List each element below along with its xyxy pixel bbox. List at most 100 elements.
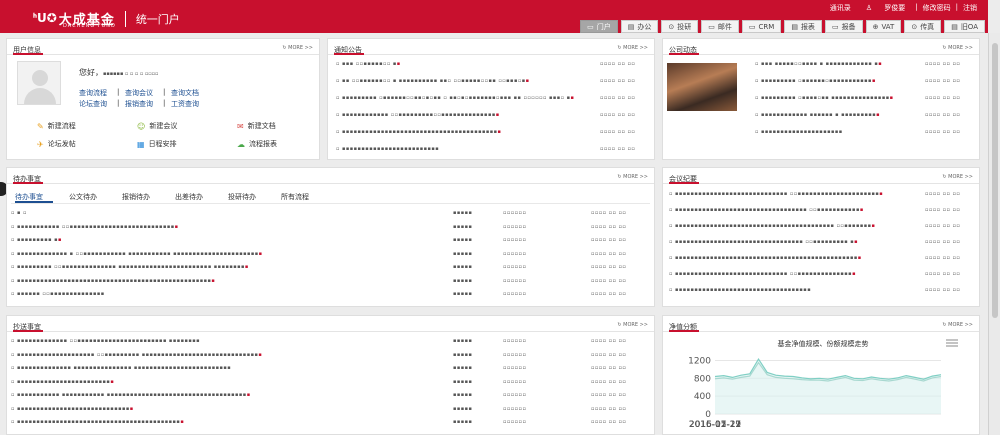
todo-subtab[interactable]: 出差待办 bbox=[175, 192, 203, 202]
new-mark: ▪ bbox=[871, 78, 876, 84]
item-title[interactable]: ▫ ▪▪▪▪▪▪▪▪▪ ▫▪▪▪▪▪▪▫▪▪▪▪▪▪▪▪▪▪▪▪ bbox=[755, 78, 876, 84]
todo-subtab[interactable]: 投研待办 bbox=[228, 192, 256, 202]
more-link[interactable]: ↻ MORE >> bbox=[942, 174, 973, 180]
item-title[interactable]: ▫ ▪▪▪▪▪▪▪▪▪▪▪▪▪▪▪▪▪▪▪▪▪▪▪▪▪▪▪▪▪▪▪▪▪▪ ▫▫▪… bbox=[669, 207, 864, 213]
avatar-body bbox=[24, 88, 56, 104]
logo: ᑋᑌ✪ 大成基金 DACHENG FUND 统一门户 bbox=[33, 9, 180, 29]
item-text: ▫ ▪▪▪▪▪▪▪▪▪▪▪▪▪▪▪▪▪▪▪▪▪▪▪▪▪▪▪▪▪▪▪▪▪▪▪▪▪▪… bbox=[336, 129, 498, 135]
user-info-panel: 用户信息 ↻ MORE >> 您好，▪▪▪▪▪▪ ▫ ▫ ▫ ▫ ▫▫▫▫ 查询… bbox=[6, 38, 320, 160]
query-process-link[interactable]: 查询流程 bbox=[79, 88, 107, 98]
item-title[interactable]: ▫ ▪▪▪▪▪▪▪▪▪ ▪▪ bbox=[11, 237, 62, 243]
schedule-button[interactable]: ▦ 日程安排 bbox=[137, 139, 177, 149]
item-title[interactable]: ▫ ▪▪ ▫▫▪▪▪▪▪▪▫▫ ▪ ▪▪▪▪▪▪▪▪▪▪ ▪▪▫ ▫▫▪▪▪▪▪… bbox=[336, 78, 530, 84]
new-mark: ▪ bbox=[857, 255, 862, 261]
item-title[interactable]: ▫ ▪▪▪▪▪▪▪▪▪▪▪▪▪▪▪▪▪▪▪▪▪▪▪▪▪▪▪▪▪▪▪▪▪▪▪ bbox=[669, 287, 811, 293]
more-link[interactable]: ↻ MORE >> bbox=[617, 45, 648, 51]
more-link[interactable]: ↻ MORE >> bbox=[942, 45, 973, 51]
item-title[interactable]: ▫ ▪▪▪▪▪▪▪▪▪ ▫▪▪▪▪▫▪▪ ▪▪▪▪▪▪▪▪▪▪▪▪▪▪▪▪ bbox=[755, 95, 894, 101]
new-doc-button[interactable]: ✉ 新建文档 bbox=[237, 121, 276, 131]
nav-tab[interactable]: ⊕ VAT bbox=[865, 20, 902, 33]
item-title[interactable]: ▫ ▪▪▪▪▪▪▪▪▪▪▪▪▪▪▪▪▪▪▪▪▪▪▪▪▪▪▪▪▪▪▪▪▪▪▪▪▪▪… bbox=[669, 223, 875, 229]
more-link[interactable]: ↻ MORE >> bbox=[617, 322, 648, 328]
logout-link[interactable]: 注销 bbox=[958, 3, 982, 13]
nav-tab[interactable]: ▭ 报备 bbox=[824, 20, 863, 33]
todo-subtab[interactable]: 所有流程 bbox=[281, 192, 309, 202]
item-title[interactable]: ▫ ▪▪▪▪▪▪▪▪▪▪▪▪▪▪▪▪▪▪▪▪▪▪▪▪▪▪▪▪▪▪▪▪▪▪▪▪▪▪… bbox=[11, 278, 215, 284]
new-mark: ▪ bbox=[244, 264, 249, 270]
item-title[interactable]: ▫ ▪▪▪▪▪▪▪▪▪ ▫▪▪▪▪▪▪▫▫▪▪▫▪▫▪▪ ▫ ▪▪▫▪▫▪▪▪▪… bbox=[336, 95, 574, 101]
nav-tab[interactable]: ⊙ 投研 bbox=[661, 20, 699, 33]
new-mark: ▪ bbox=[258, 351, 263, 358]
item-node: ▫▫▫▫▫▫ bbox=[503, 419, 527, 425]
item-title[interactable]: ▫ ▪▪▪▪▪▪▪▪▪▪▪▪▪▪▪▪▪▪▪▪ ▫▫▪▪▪▪▪▪▪▪▪ ▪▪▪▪▪… bbox=[11, 352, 262, 358]
action-label: 论坛发帖 bbox=[47, 140, 76, 148]
nav-tab[interactable]: ▭ 邮件 bbox=[701, 20, 739, 33]
item-title[interactable]: ▫ ▪▪▪ ▫▫▪▪▪▪▪▫▫ ▪▪ bbox=[336, 61, 401, 67]
item-title[interactable]: ▫ ▪▪▪▪▪▪▪▪▪▪▪▪▪▪▪▪▪▪▪▪▪▪▪▪▪▪▪▪▪▪▪▪▪▪▪▪▪▪… bbox=[669, 255, 862, 261]
item-title[interactable]: ▫ ▪▪▪▪▪▪ ▫▫▪▪▪▪▪▪▪▪▪▪▪▪▪▪ bbox=[11, 291, 105, 297]
item-text: ▫ ▪▪▪▪▪▪▪▪▪▪▪▪▪▪▪▪▪▪▪▪▪▪▪▪▪▪▪▪▪ ▫▫▪▪▪▪▪▪… bbox=[669, 191, 880, 197]
item-title[interactable]: ▫ ▪▪▪▪▪▪▪▪▪▪▪ ▫▫▪▪▪▪▪▪▪▪▪▪▪▪▪▪▪▪▪▪▪▪▪▪▪▪… bbox=[11, 224, 179, 230]
company-news-panel: 公司动态 ↻ MORE >> ▫ ▪▪▪ ▪▪▪▪▪▫▫▪▪▪▪ ▪ ▪▪▪▪▪… bbox=[662, 38, 980, 160]
item-title[interactable]: ▫ ▪▪▪▪▪▪▪▪▪▪▪▪▪▪▪▪▪▪▪▪▪▪▪▪▪ bbox=[11, 379, 114, 385]
new-process-button[interactable]: ✎ 新建流程 bbox=[37, 121, 76, 131]
forum-post-button[interactable]: ✈ 论坛发帖 bbox=[37, 139, 76, 149]
more-link[interactable]: ↻ MORE >> bbox=[617, 174, 648, 180]
more-label: MORE >> bbox=[288, 45, 313, 51]
item-title[interactable]: ▫ ▪▪▪▪▪▪▪▪▪▪▪▪▪▪▪▪▪▪▪▪▪▪▪▪▪▪▪▪▪▪▪▪▪▪▪▪▪▪… bbox=[11, 419, 184, 425]
user-link[interactable]: ♙ 罗俊要 bbox=[856, 3, 916, 13]
nav-tab[interactable]: ▤ 报表 bbox=[784, 20, 822, 33]
new-meeting-button[interactable]: ☺ 新建会议 bbox=[137, 121, 177, 131]
nav-tab[interactable]: ▤ 办公 bbox=[620, 20, 659, 33]
nav-tab-label: 报表 bbox=[800, 22, 815, 31]
action-label: 新建流程 bbox=[47, 122, 76, 130]
more-link[interactable]: ↻ MORE >> bbox=[282, 45, 313, 51]
more-link[interactable]: ↻ MORE >> bbox=[942, 322, 973, 328]
item-title[interactable]: ▫ ▪▪▪▪▪▪▪▪▪▪▪▪▪▪▪▪▪▪▪▪▪▪▪▪▪▪▪▪▪ ▫▫▪▪▪▪▪▪… bbox=[669, 271, 856, 277]
change-password-link[interactable]: 修改密码 bbox=[918, 3, 956, 13]
more-label: MORE >> bbox=[623, 322, 648, 328]
item-title[interactable]: ▫ ▪▪▪▪▪▪▪▪▪▪▪▪▪▪▪▪▪▪▪▪▪▪▪▪▪▪▪▪▪▪ bbox=[11, 406, 134, 412]
item-title[interactable]: ▫ ▪▪▪▪▪▪▪▪▪ ▫▫▪▪▪▪▪▪▪▪▪▪▪▪▪▪ ▪▪▪▪▪▪▪▪▪▪▪… bbox=[11, 264, 249, 270]
item-title[interactable]: ▫ ▪▪▪▪▪▪▪▪▪▪▪▪ ▫▫▪▪▪▪▪▪▪▪▪▫▫▪▪▪▪▪▪▪▪▪▪▪▪… bbox=[336, 112, 500, 118]
todo-subtab[interactable]: 报销待办 bbox=[122, 192, 150, 202]
item-title[interactable]: ▫ ▪▪▪▪▪▪▪▪▪▪▪▪▪ ▫▫▪▪▪▪▪▪▪▪▪▪▪▪▪▪▪▪▪▪▪▪▪▪… bbox=[11, 338, 200, 344]
item-node: ▫▫▫▫▫▫ bbox=[503, 277, 527, 284]
item-title[interactable]: ▫ ▪ ▫ bbox=[11, 210, 27, 216]
nav-tab[interactable]: ⊙ 传真 bbox=[904, 20, 942, 33]
item-title[interactable]: ▫ ▪▪▪▪▪▪▪▪▪▪▪▪▪ ▪ ▫▫▪▪▪▪▪▪▪▪▪▪▪ ▪▪▪▪▪▪▪▪… bbox=[11, 251, 263, 257]
nav-tab[interactable]: ▭ CRM bbox=[741, 20, 782, 33]
query-meeting-link[interactable]: 查询会议 bbox=[125, 88, 153, 98]
expense-query-link[interactable]: 报销查询 bbox=[125, 99, 153, 109]
nav-tab[interactable]: ▤ 旧OA bbox=[944, 20, 985, 33]
query-doc-link[interactable]: 查询文档 bbox=[171, 88, 199, 98]
new-mark: ▪ bbox=[871, 223, 876, 229]
item-sender: ▪▪▪▪▪ bbox=[453, 250, 473, 257]
item-title[interactable]: ▫ ▪▪▪▪▪▪▪▪▪▪▪▪▪▪▪▪▪▪▪▪▪▪▪▪▪ bbox=[336, 146, 439, 152]
item-node: ▫▫▫▫▫▫ bbox=[503, 338, 527, 344]
item-title[interactable]: ▫ ▪▪▪▪▪▪▪▪▪▪▪ ▪▪▪▪▪▪▪▪▪▪▪ ▪▪▪▪▪▪▪▪▪▪▪▪▪▪… bbox=[11, 392, 251, 398]
scrollbar[interactable] bbox=[988, 33, 1000, 435]
new-mark: ▪ bbox=[110, 378, 115, 385]
news-photo[interactable] bbox=[667, 63, 737, 111]
forum-query-link[interactable]: 论坛查询 bbox=[79, 99, 107, 109]
item-title[interactable]: ▫ ▪▪▪ ▪▪▪▪▪▫▫▪▪▪▪ ▪ ▪▪▪▪▪▪▪▪▪▪▪▪ ▪▪ bbox=[755, 61, 882, 67]
scrollbar-thumb[interactable] bbox=[992, 43, 998, 318]
item-title[interactable]: ▫ ▪▪▪▪▪▪▪▪▪▪▪▪ ▪▪▪▪▪▪ ▪ ▪▪▪▪▪▪▪▪▪▪ bbox=[755, 112, 880, 118]
nav-tab-icon: ▭ bbox=[708, 22, 715, 31]
item-title[interactable]: ▫ ▪▪▪▪▪▪▪▪▪▪▪▪▪▪ ▪▪▪▪▪▪▪▪▪▪▪▪▪▪▪ ▪▪▪▪▪▪▪… bbox=[11, 365, 231, 371]
title-underline bbox=[13, 330, 43, 332]
item-date: ▫▫▫▫ ▫▫ ▫▫ bbox=[925, 287, 961, 293]
item-title[interactable]: ▫ ▪▪▪▪▪▪▪▪▪▪▪▪▪▪▪▪▪▪▪▪▪▪▪▪▪▪▪▪▪▪▪▪▪ ▫▫▪▪… bbox=[669, 239, 858, 245]
salary-query-link[interactable]: 工资查询 bbox=[171, 99, 199, 109]
process-report-button[interactable]: ☁ 流程报表 bbox=[237, 139, 277, 149]
item-title[interactable]: ▫ ▪▪▪▪▪▪▪▪▪▪▪▪▪▪▪▪▪▪▪▪▪ bbox=[755, 129, 843, 135]
chart-menu-icon[interactable] bbox=[946, 339, 958, 347]
item-title[interactable]: ▫ ▪▪▪▪▪▪▪▪▪▪▪▪▪▪▪▪▪▪▪▪▪▪▪▪▪▪▪▪▪▪▪▪▪▪▪▪▪▪… bbox=[336, 129, 501, 135]
top-links: 通讯录 ♙ 罗俊要 | 修改密码 | 注销 bbox=[825, 3, 982, 13]
contacts-link[interactable]: 通讯录 bbox=[825, 3, 856, 13]
todo-subtab[interactable]: 公文待办 bbox=[69, 192, 97, 202]
item-sender: ▪▪▪▪▪ bbox=[453, 392, 473, 398]
nav-tab[interactable]: ▭ 门户 bbox=[580, 20, 618, 33]
item-title[interactable]: ▫ ▪▪▪▪▪▪▪▪▪▪▪▪▪▪▪▪▪▪▪▪▪▪▪▪▪▪▪▪▪ ▫▫▪▪▪▪▪▪… bbox=[669, 191, 883, 197]
